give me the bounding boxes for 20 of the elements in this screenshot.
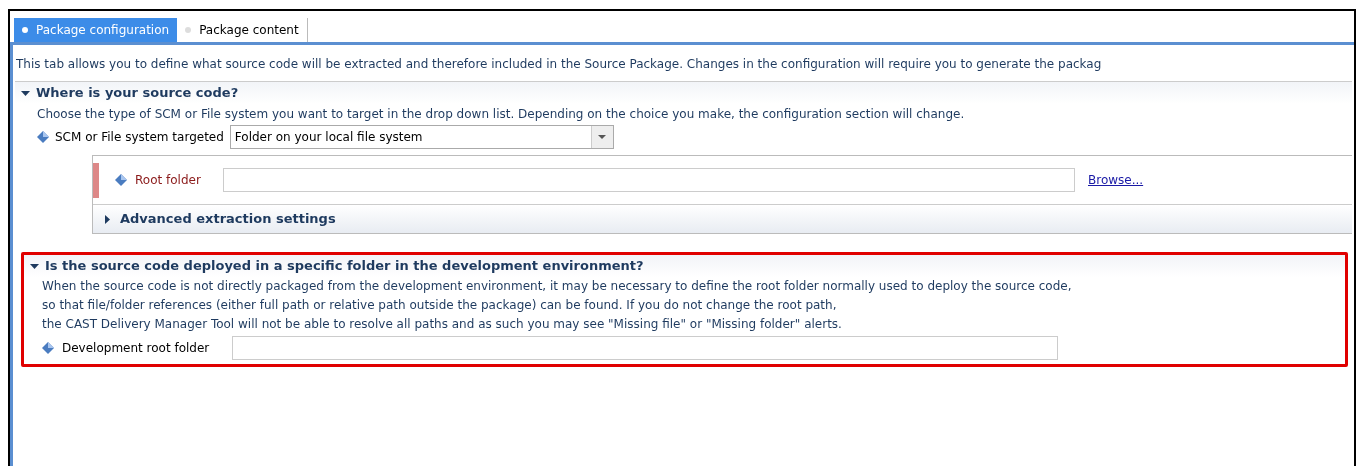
section-header[interactable]: Advanced extraction settings (93, 204, 1352, 233)
field-label: Development root folder (62, 340, 211, 357)
development-root-folder-field[interactable] (232, 336, 1058, 360)
section-description: the CAST Delivery Manager Tool will not be able to resolve all paths and as such you may see "Missing file" or "Missing folder" alerts. (42, 316, 843, 333)
root-folder-field[interactable] (223, 168, 1075, 192)
dropdown-caret-icon (598, 135, 607, 139)
section-description: Choose the type of SCM or File system you want to target in the drop down list. Depending on the choice you make, the configuration section will change. (37, 106, 966, 123)
section-description: When the source code is not directly packaged from the development environment, it may be necessary to define the root folder normally used to deploy the source code, (42, 278, 1073, 295)
section-description: so that file/folder references (either full path or relative path outside the package) can be found. If you do not change the root path, (42, 297, 838, 314)
collapse-arrow-icon[interactable] (30, 261, 39, 271)
collapse-arrow-icon[interactable] (21, 88, 30, 98)
field-label: SCM or File system targeted (55, 129, 224, 146)
expand-arrow-icon[interactable] (103, 214, 112, 224)
field-label: Root folder (135, 172, 202, 189)
diamond-icon (115, 174, 127, 186)
browse-link[interactable]: Browse... (1088, 171, 1144, 189)
diamond-icon (42, 342, 54, 354)
dropdown[interactable]: Folder on your local file system (229, 125, 614, 149)
diamond-icon (37, 131, 49, 143)
intro-text: This tab allows you to define what source code will be extracted and therefore included in the Source Package. Changes in the configuration will require you to generate the packag (15, 56, 1103, 73)
